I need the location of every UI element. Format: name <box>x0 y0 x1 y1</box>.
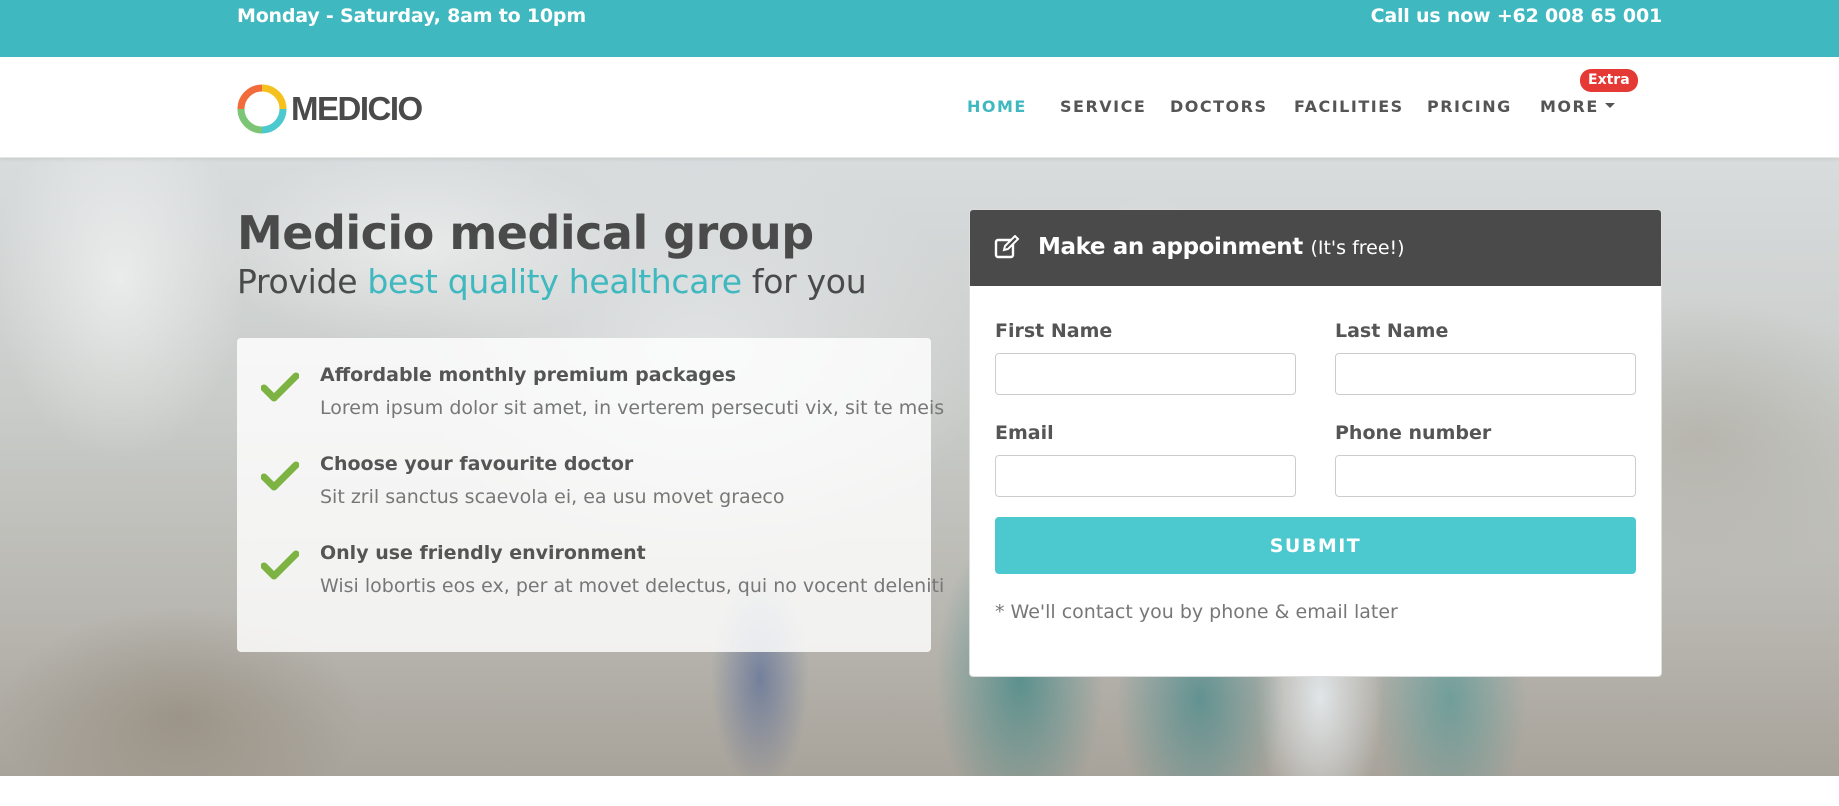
hero-subtitle-end: for you <box>741 262 867 301</box>
feature-title: Choose your favourite doctor <box>320 453 634 475</box>
caret-down-icon <box>1604 103 1615 108</box>
email-input[interactable] <box>995 455 1296 497</box>
appointment-form-header: Make an appoinment (It's free!) <box>970 210 1661 286</box>
submit-button[interactable]: SUBMIT <box>995 517 1636 574</box>
phone-number-input[interactable] <box>1335 455 1636 497</box>
nav-item-pricing[interactable]: PRICING <box>1427 97 1512 116</box>
appointment-form: Make an appoinment (It's free!) First Na… <box>969 209 1662 677</box>
nav-item-service[interactable]: SERVICE <box>1060 97 1146 116</box>
nav-item-doctors[interactable]: DOCTORS <box>1170 97 1267 116</box>
page-bottom-area <box>0 776 1839 806</box>
hero-subtitle: Provide best quality healthcare for you <box>237 262 867 301</box>
hero-subtitle-start: Provide <box>237 262 368 301</box>
nav-item-more-label: MORE <box>1540 97 1599 116</box>
hero-section: Medicio medical group Provide best quali… <box>0 158 1839 776</box>
opening-hours: Monday - Saturday, 8am to 10pm <box>237 5 586 27</box>
contact-note: * We'll contact you by phone & email lat… <box>995 601 1398 623</box>
feature-item: Affordable monthly premium packages Lore… <box>237 338 944 419</box>
last-name-label: Last Name <box>1335 320 1449 342</box>
hero-subtitle-highlight: best quality healthcare <box>367 262 742 301</box>
first-name-label: First Name <box>995 320 1113 342</box>
brand-name: MEDICIO <box>291 90 423 127</box>
feature-description: Lorem ipsum dolor sit amet, in verterem … <box>320 397 945 419</box>
appointment-title-text: Make an appoinment <box>1038 234 1303 260</box>
check-icon <box>261 550 299 580</box>
feature-description: Wisi lobortis eos ex, per at movet delec… <box>320 575 945 597</box>
check-icon <box>261 461 299 491</box>
nav-item-facilities[interactable]: FACILITIES <box>1294 97 1404 116</box>
feature-title: Affordable monthly premium packages <box>320 364 737 386</box>
ring-logo-icon <box>237 84 287 134</box>
nav-item-more[interactable]: MORE <box>1540 97 1615 116</box>
nav-item-home[interactable]: HOME <box>967 97 1027 116</box>
feature-item: Only use friendly environment Wisi lobor… <box>237 516 944 597</box>
call-us-phone[interactable]: Call us now +62 008 65 001 <box>1371 5 1663 27</box>
email-label: Email <box>995 422 1054 444</box>
brand-logo[interactable]: MEDICIO <box>237 83 423 135</box>
last-name-input[interactable] <box>1335 353 1636 395</box>
top-info-bar: Monday - Saturday, 8am to 10pm Call us n… <box>0 0 1839 57</box>
feature-title: Only use friendly environment <box>320 542 646 564</box>
appointment-form-title: Make an appoinment (It's free!) <box>1038 234 1405 260</box>
edit-icon <box>994 235 1020 259</box>
phone-number-label: Phone number <box>1335 422 1492 444</box>
appointment-free-note: (It's free!) <box>1310 237 1405 259</box>
extra-badge: Extra <box>1580 69 1638 92</box>
main-navbar: MEDICIO HOME SERVICE DOCTORS FACILITIES … <box>0 57 1839 158</box>
feature-description: Sit zril sanctus scaevola ei, ea usu mov… <box>320 486 785 508</box>
features-list: Affordable monthly premium packages Lore… <box>237 338 944 652</box>
check-icon <box>261 372 299 402</box>
hero-title: Medicio medical group <box>237 206 814 260</box>
feature-item: Choose your favourite doctor Sit zril sa… <box>237 427 931 508</box>
first-name-input[interactable] <box>995 353 1296 395</box>
